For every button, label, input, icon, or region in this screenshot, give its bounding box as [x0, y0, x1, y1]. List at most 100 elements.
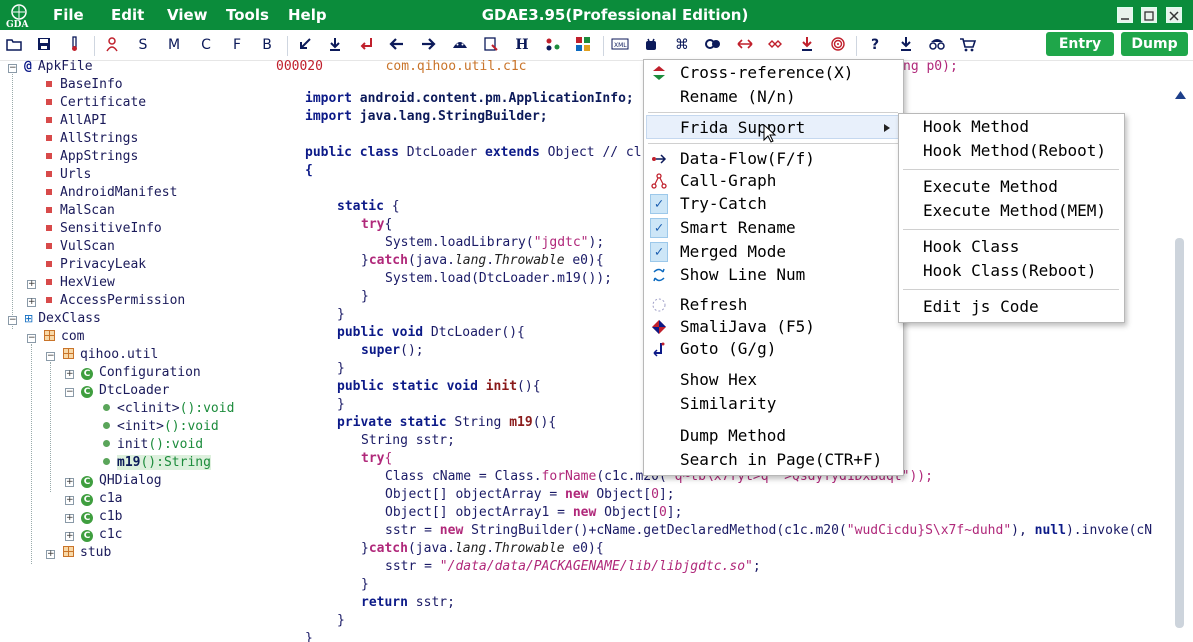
- download-arrow-icon[interactable]: [325, 36, 345, 54]
- header-icon[interactable]: H: [512, 36, 532, 54]
- tree-node-stub[interactable]: stub: [63, 544, 111, 562]
- jump-icon[interactable]: [357, 36, 377, 54]
- strings-icon[interactable]: S: [133, 36, 153, 54]
- submenu-item-edit-js-code[interactable]: Edit js Code: [923, 296, 1039, 318]
- tree-item-certificate[interactable]: Certificate: [46, 94, 146, 112]
- submenu-item-hook-class[interactable]: Hook Class: [923, 236, 1019, 258]
- tree-item-urls[interactable]: Urls: [46, 166, 91, 184]
- tree-method-init-ctor[interactable]: <init>():void: [103, 418, 219, 436]
- menu-item-smart-rename[interactable]: Smart Rename: [680, 217, 796, 239]
- expand-c1b[interactable]: +: [65, 514, 74, 523]
- tree-item-appstrings[interactable]: AppStrings: [46, 148, 138, 166]
- menu-item-call-graph[interactable]: Call-Graph: [680, 170, 776, 192]
- tree-method-init[interactable]: init():void: [103, 436, 203, 454]
- tree-item-allapi[interactable]: AllAPI: [46, 112, 107, 130]
- cart-icon[interactable]: [958, 36, 978, 54]
- submenu-item-hook-class-reboot[interactable]: Hook Class(Reboot): [923, 260, 1096, 282]
- tree-item-malscan[interactable]: MalScan: [46, 202, 115, 220]
- expand-c1a[interactable]: +: [65, 496, 74, 505]
- expand-hexview[interactable]: +: [27, 280, 36, 289]
- dump-button[interactable]: Dump: [1121, 32, 1188, 56]
- inject-icon[interactable]: [797, 36, 817, 54]
- tree-item-accesspermission[interactable]: AccessPermission: [46, 292, 185, 310]
- fingerprint-icon[interactable]: [828, 36, 848, 54]
- menu-item-try-catch[interactable]: Try-Catch: [680, 193, 767, 215]
- collapse-dexclass[interactable]: −: [8, 316, 17, 325]
- transfer-icon[interactable]: [735, 36, 755, 54]
- menu-item-similarity[interactable]: Similarity: [680, 393, 776, 415]
- close-button[interactable]: [1166, 7, 1182, 23]
- spy-icon[interactable]: [927, 36, 947, 54]
- tree-node-com[interactable]: com: [44, 328, 84, 346]
- fields-icon[interactable]: F: [227, 36, 247, 54]
- submenu-item-execute-method-mem[interactable]: Execute Method(MEM): [923, 200, 1106, 222]
- tree-node-dtcloader[interactable]: C DtcLoader: [81, 382, 169, 400]
- menu-item-cross-reference[interactable]: Cross-reference(X): [680, 62, 853, 84]
- xml-icon[interactable]: XML: [610, 36, 630, 54]
- expand-qhdialog[interactable]: +: [65, 478, 74, 487]
- person-icon[interactable]: [102, 36, 122, 54]
- tree-item-vulscan[interactable]: VulScan: [46, 238, 115, 256]
- tree-node-qihoo-util[interactable]: qihoo.util: [63, 346, 158, 364]
- save-icon[interactable]: [34, 36, 54, 54]
- find-doc-icon[interactable]: [481, 36, 501, 54]
- tree-item-allstrings[interactable]: AllStrings: [46, 130, 138, 148]
- menu-item-frida-support[interactable]: Frida Support: [680, 117, 805, 139]
- tree-item-privacyleak[interactable]: PrivacyLeak: [46, 256, 146, 274]
- menu-item-show-hex[interactable]: Show Hex: [680, 369, 757, 391]
- tree-node-c1c[interactable]: Cc1c: [81, 526, 122, 544]
- tree-node-dexclass[interactable]: ⊞ DexClass: [24, 310, 101, 328]
- tree-item-baseinfo[interactable]: BaseInfo: [46, 76, 123, 94]
- menu-item-merged-mode[interactable]: Merged Mode: [680, 241, 786, 263]
- tree-node-c1a[interactable]: Cc1a: [81, 490, 122, 508]
- chain-icon[interactable]: [766, 36, 786, 54]
- tree-method-clinit[interactable]: <clinit>():void: [103, 400, 234, 418]
- command-icon[interactable]: ⌘: [672, 36, 692, 54]
- tree-node-qhdialog[interactable]: C QHDialog: [81, 472, 162, 490]
- collapse-dtcloader[interactable]: −: [65, 388, 74, 397]
- menu-item-data-flow[interactable]: Data-Flow(F/f): [680, 148, 815, 170]
- scroll-up-arrow-icon[interactable]: [1175, 90, 1186, 100]
- tree-node-configuration[interactable]: C Configuration: [81, 364, 201, 382]
- expand-stub[interactable]: +: [46, 550, 55, 559]
- expand-accesspermission[interactable]: +: [27, 298, 36, 307]
- forward-arrow-icon[interactable]: [418, 36, 438, 54]
- tree-method-m19[interactable]: m19():String: [103, 454, 211, 472]
- thermometer-icon[interactable]: [64, 36, 84, 54]
- link-icon[interactable]: [703, 36, 723, 54]
- collapse-qihoo-util[interactable]: −: [46, 352, 55, 361]
- methods-icon[interactable]: M: [164, 36, 184, 54]
- entry-button[interactable]: Entry: [1046, 32, 1114, 56]
- android-icon[interactable]: [450, 36, 470, 54]
- help-icon[interactable]: ?: [865, 36, 885, 54]
- tree-item-sensitiveinfo[interactable]: SensitiveInfo: [46, 220, 162, 238]
- collapse-com[interactable]: −: [27, 334, 36, 343]
- download-icon[interactable]: [896, 36, 916, 54]
- collapse-apkfile[interactable]: −: [8, 64, 17, 73]
- expand-c1c[interactable]: +: [65, 532, 74, 541]
- menu-item-goto[interactable]: Goto (G/g): [680, 338, 776, 360]
- bytes-icon[interactable]: B: [257, 36, 277, 54]
- menu-item-rename[interactable]: Rename (N/n): [680, 86, 796, 108]
- back-arrow-icon[interactable]: [387, 36, 407, 54]
- menu-item-dump-method[interactable]: Dump Method: [680, 425, 786, 447]
- tree-node-c1b[interactable]: Cc1b: [81, 508, 122, 526]
- robot-icon[interactable]: [641, 36, 661, 54]
- arrow-down-left-icon[interactable]: [295, 36, 315, 54]
- graph-icon[interactable]: [543, 36, 563, 54]
- menu-item-show-line-num[interactable]: Show Line Num: [680, 264, 805, 286]
- open-folder-icon[interactable]: [4, 36, 24, 54]
- menu-item-smali-java[interactable]: SmaliJava (F5): [680, 316, 815, 338]
- menu-item-refresh[interactable]: Refresh: [680, 294, 747, 316]
- maximize-button[interactable]: [1141, 7, 1157, 23]
- tree-node-apkfile[interactable]: @ ApkFile: [24, 58, 93, 76]
- scrollbar-thumb[interactable]: [1175, 238, 1184, 628]
- submenu-item-hook-method[interactable]: Hook Method: [923, 116, 1029, 138]
- menu-item-search-in-page[interactable]: Search in Page(CTR+F): [680, 449, 882, 471]
- grid-icon[interactable]: [573, 36, 593, 54]
- classes-icon[interactable]: C: [196, 36, 216, 54]
- submenu-item-hook-method-reboot[interactable]: Hook Method(Reboot): [923, 140, 1106, 162]
- tree-item-androidmanifest[interactable]: AndroidManifest: [46, 184, 177, 202]
- minimize-button[interactable]: [1117, 7, 1133, 23]
- submenu-item-execute-method[interactable]: Execute Method: [923, 176, 1058, 198]
